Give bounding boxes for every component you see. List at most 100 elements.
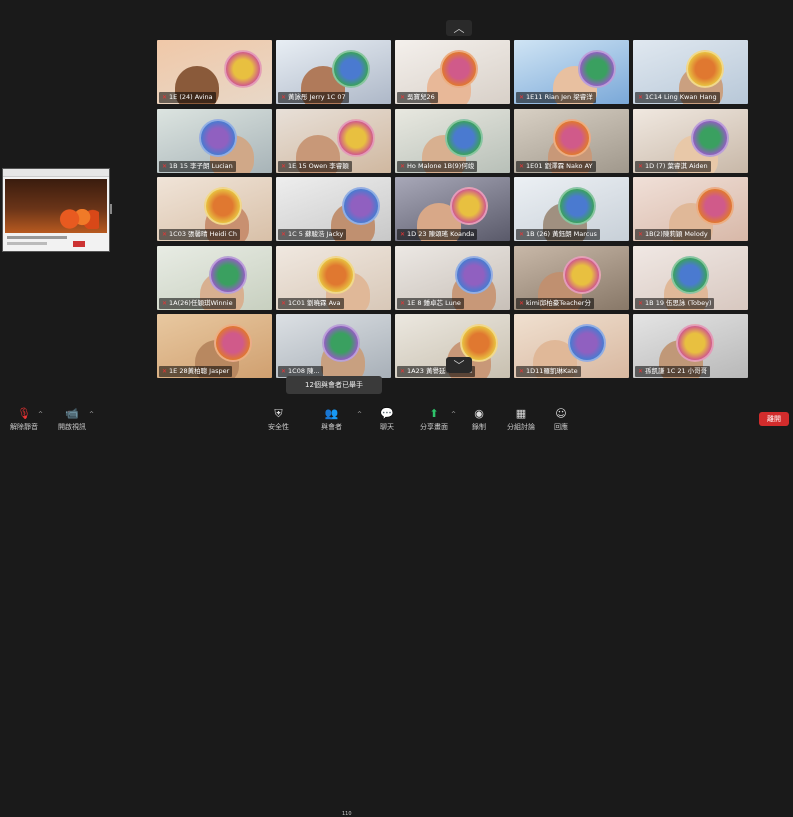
participant-video-tile[interactable]: ✕ 1A(26)任穎琪Winnie <box>157 245 272 310</box>
audio-options-caret[interactable]: ^ <box>38 411 43 418</box>
held-craft-object <box>691 118 729 157</box>
share-screen-button[interactable]: ⬆ 分享畫面 <box>420 407 448 432</box>
held-craft-object <box>563 255 601 294</box>
participant-video-tile[interactable]: ✕ 1B 15 李子朗 Lucian <box>157 108 272 173</box>
participant-name: kimi邱柏豪Teacher分 <box>526 298 591 307</box>
held-craft-object <box>214 324 252 362</box>
microphone-muted-icon: ✕ <box>638 231 644 238</box>
participant-video-tile[interactable]: ✕ 1B 19 伍思詠 (Tobey) <box>633 245 748 310</box>
held-craft-object <box>558 187 596 225</box>
microphone-muted-icon: ✕ <box>281 162 287 170</box>
shared-text-line <box>7 242 47 245</box>
meeting-toolbar: 🎙 解除靜音 ^ 📹 開啟視訊 ^ ⛨ 安全性 👥 與會者 110 ^ 💬 聊天… <box>0 403 793 817</box>
participant-name: 1E11 Rian Jen 梁睿洋 <box>526 93 593 101</box>
participant-name: 1E 8 鍾卓芯 Lune <box>407 298 461 307</box>
gallery-next-page-button[interactable]: ﹀ <box>446 357 472 373</box>
participant-video-tile[interactable]: ✕ 1E 8 鍾卓芯 Lune <box>395 245 510 310</box>
chat-label: 聊天 <box>380 423 394 431</box>
microphone-muted-icon: ✕ <box>281 94 287 101</box>
participant-name: 1D 23 陳頌瑤 Koanda <box>407 230 475 238</box>
chat-button[interactable]: 💬 聊天 <box>380 407 394 432</box>
participant-video-tile[interactable]: ✕ 1D 23 陳頌瑤 Koanda <box>395 177 510 241</box>
participants-options-caret[interactable]: ^ <box>357 411 362 418</box>
participants-button[interactable]: 👥 與會者 <box>321 407 342 432</box>
participant-video-tile[interactable]: ✕ 1E 28黃柏聰 Jasper <box>157 314 272 378</box>
held-craft-object <box>676 324 714 362</box>
held-craft-object <box>199 118 237 157</box>
participant-video-tile[interactable]: ✕ 1C03 張馨晴 Heidi Ch <box>157 177 272 241</box>
participant-name-label: ✕ 1C 5 蘇駿浩 Jacky <box>278 229 347 240</box>
thumbnail-resize-handle[interactable] <box>110 204 112 214</box>
participant-name: 1E 15 Owen 李睿穎 <box>288 161 349 170</box>
chevron-up-icon: ︿ <box>453 22 465 35</box>
reactions-label: 回應 <box>554 423 568 431</box>
breakout-rooms-button[interactable]: ▦ 分組討論 <box>507 407 535 432</box>
microphone-muted-icon: ✕ <box>638 94 644 101</box>
unmute-label: 解除靜音 <box>10 423 38 431</box>
participant-video-tile[interactable]: ✕ 1C01 劉曉霖 Ava <box>276 245 391 310</box>
participant-video-tile[interactable]: ✕ 吳寶兒26 <box>395 40 510 104</box>
participant-name-label: ✕ 1C01 劉曉霖 Ava <box>278 297 344 309</box>
participant-name: 1B 15 李子朗 Lucian <box>169 161 233 170</box>
microphone-muted-icon: ✕ <box>162 94 168 101</box>
participant-video-tile[interactable]: ✕ 1B(2)陳莉穎 Melody <box>633 177 748 241</box>
start-video-button[interactable]: 📹 開啟視訊 <box>58 407 86 432</box>
video-options-caret[interactable]: ^ <box>89 411 94 418</box>
record-button[interactable]: ◉ 錄制 <box>472 407 486 432</box>
participant-name: 黃詠彤 Jerry 1C 07 <box>288 93 346 101</box>
participant-video-tile[interactable]: ✕ kimi邱柏豪Teacher分 <box>514 245 629 310</box>
start-video-label: 開啟視訊 <box>58 423 86 431</box>
participant-name: 1A(26)任穎琪Winnie <box>169 298 233 307</box>
participant-video-tile[interactable]: ✕ 孫凱謙 1C 21 小哥哥 <box>633 314 748 378</box>
participant-video-tile[interactable]: ✕ 1C14 Ling Kwan Hang <box>633 40 748 104</box>
microphone-muted-icon: ✕ <box>162 231 168 238</box>
shared-text-line <box>7 236 67 239</box>
participant-name: 1C14 Ling Kwan Hang <box>645 93 717 101</box>
held-craft-object <box>686 50 724 88</box>
participant-video-tile[interactable]: ✕ 1C08 陳... <box>276 314 391 378</box>
held-craft-object <box>450 187 488 225</box>
participant-name: 吳寶兒26 <box>407 93 435 101</box>
participant-video-tile[interactable]: ✕ 黃詠彤 Jerry 1C 07 <box>276 40 391 104</box>
leave-meeting-button[interactable]: 離開 <box>759 412 789 426</box>
microphone-muted-icon: ✕ <box>162 299 168 307</box>
participant-video-tile[interactable]: ✕ 1B (26) 黃鈺朗 Marcus <box>514 177 629 241</box>
microphone-muted-icon: ✕ <box>400 368 406 375</box>
participant-name-label: ✕ 1D 23 陳頌瑤 Koanda <box>397 229 478 240</box>
security-button[interactable]: ⛨ 安全性 <box>268 407 289 432</box>
participant-name-label: ✕ 1E (24) Avina <box>159 92 216 103</box>
participant-video-tile[interactable]: ✕ 1E11 Rian Jen 梁睿洋 <box>514 40 629 104</box>
reactions-button[interactable]: ☺ 回應 <box>554 407 568 432</box>
participant-name-label: ✕ 吳寶兒26 <box>397 92 438 103</box>
participant-name-label: ✕ 1E 15 Owen 李睿穎 <box>278 160 352 172</box>
participant-name: 1E (24) Avina <box>169 93 213 101</box>
microphone-muted-icon: ✕ <box>162 162 168 170</box>
dance-performance-image <box>57 209 99 229</box>
video-off-icon: 📹 <box>65 407 79 420</box>
share-screen-icon: ⬆ <box>429 407 439 420</box>
participant-video-tile[interactable]: ✕ 1C 5 蘇駿浩 Jacky <box>276 177 391 241</box>
unmute-button[interactable]: 🎙 解除靜音 <box>10 407 38 432</box>
participant-video-tile[interactable]: ✕ 1E (24) Avina <box>157 40 272 104</box>
microphone-muted-icon: ✕ <box>519 231 525 238</box>
participant-name: 1B 19 伍思詠 (Tobey) <box>645 298 712 307</box>
chevron-down-icon: ﹀ <box>453 359 465 372</box>
held-craft-object <box>568 324 606 362</box>
reactions-icon: ☺ <box>555 407 567 420</box>
participant-video-tile[interactable]: ✕ 1D11羅凱琳Kate <box>514 314 629 378</box>
participant-name-label: ✕ 1A(26)任穎琪Winnie <box>159 297 236 309</box>
participant-video-tile[interactable]: ✕ 1D (7) 葉睿淇 Aiden <box>633 108 748 173</box>
held-craft-object <box>342 187 380 225</box>
participant-video-tile[interactable]: ✕ Ho Malone 1B(9)何竣 <box>395 108 510 173</box>
participant-name-label: ✕ 1E01 劉澤霖 Nako AY <box>516 160 596 172</box>
gallery-prev-page-button[interactable]: ︿ <box>446 20 472 36</box>
participant-video-tile[interactable]: ✕ 1E01 劉澤霖 Nako AY <box>514 108 629 173</box>
record-label: 錄制 <box>472 423 486 431</box>
participant-video-tile[interactable]: ✕ 1E 15 Owen 李睿穎 <box>276 108 391 173</box>
participant-name-label: ✕ 1E11 Rian Jen 梁睿洋 <box>516 92 596 103</box>
share-options-caret[interactable]: ^ <box>451 411 456 418</box>
shared-screen-thumbnail[interactable] <box>2 168 110 252</box>
participant-name: 1D11羅凱琳Kate <box>526 367 578 375</box>
participant-name-label: ✕ 黃詠彤 Jerry 1C 07 <box>278 92 349 103</box>
microphone-muted-icon: ✕ <box>638 368 644 375</box>
